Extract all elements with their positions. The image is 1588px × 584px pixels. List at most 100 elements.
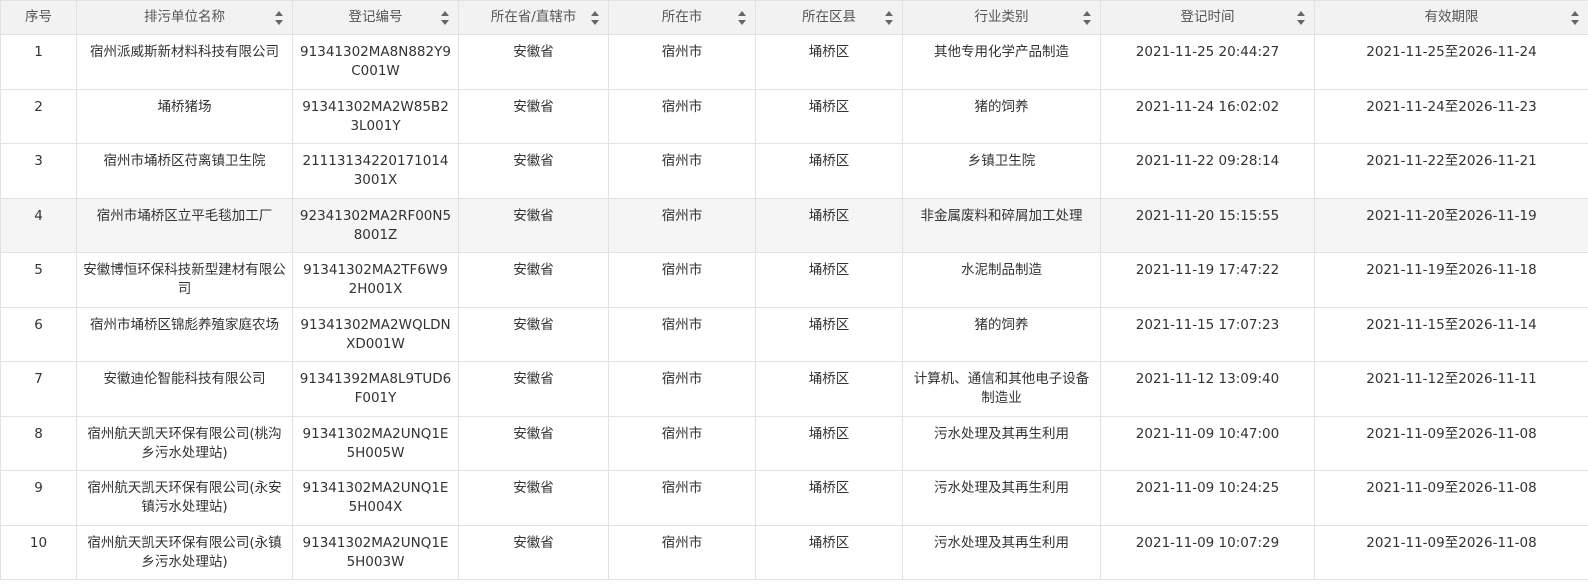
column-header-valid[interactable]: 有效期限	[1314, 0, 1588, 35]
cell-seq: 5	[0, 252, 77, 308]
cell-name: 宿州市埇桥区锦彪养殖家庭农场	[76, 306, 293, 362]
cell-reg-no: 91341302MA8N882Y9C001W	[292, 34, 459, 90]
cell-name: 宿州航天凯天环保有限公司(桃沟乡污水处理站)	[76, 415, 293, 471]
cell-industry: 水泥制品制造	[902, 252, 1101, 308]
cell-district: 埇桥区	[755, 524, 903, 580]
cell-valid: 2021-11-09至2026-11-08	[1314, 415, 1588, 471]
table-row[interactable]: 9 宿州航天凯天环保有限公司(永安镇污水处理站) 91341302MA2UNQ1E5…	[0, 470, 1588, 526]
cell-district: 埇桥区	[755, 361, 903, 417]
cell-reg-no: 91341392MA8L9TUD6F001Y	[292, 361, 459, 417]
sort-icon[interactable]	[1083, 10, 1092, 25]
table-row[interactable]: 7 安徽迪伦智能科技有限公司 91341392MA8L9TUD6F001Y 安徽省 宿州…	[0, 361, 1588, 417]
table-row[interactable]: 8 宿州航天凯天环保有限公司(桃沟乡污水处理站) 91341302MA2UNQ1E5…	[0, 415, 1588, 471]
sort-ascending-icon[interactable]	[1083, 10, 1091, 16]
cell-district: 埇桥区	[755, 197, 903, 253]
cell-valid: 2021-11-24至2026-11-23	[1314, 88, 1588, 144]
column-header-industry[interactable]: 行业类别	[902, 0, 1101, 35]
table-row[interactable]: 1 宿州派威斯新材料科技有限公司 91341302MA8N882Y9C001W 安徽省…	[0, 34, 1588, 90]
cell-name: 宿州航天凯天环保有限公司(永安镇污水处理站)	[76, 470, 293, 526]
cell-city: 宿州市	[608, 470, 756, 526]
cell-reg-no: 91341302MA2W85B23L001Y	[292, 88, 459, 144]
cell-industry: 污水处理及其再生利用	[902, 524, 1101, 580]
table-row[interactable]: 10 宿州航天凯天环保有限公司(永镇乡污水处理站) 91341302MA2UNQ1E…	[0, 524, 1588, 580]
sort-descending-icon[interactable]	[591, 19, 599, 25]
cell-seq: 2	[0, 88, 77, 144]
cell-reg-time: 2021-11-19 17:47:22	[1100, 252, 1315, 308]
sort-icon[interactable]	[1297, 10, 1306, 25]
cell-city: 宿州市	[608, 197, 756, 253]
sort-icon[interactable]	[275, 10, 284, 25]
column-header-reg-time[interactable]: 登记时间	[1100, 0, 1315, 35]
cell-name: 宿州派威斯新材料科技有限公司	[76, 34, 293, 90]
sort-ascending-icon[interactable]	[591, 10, 599, 16]
sort-ascending-icon[interactable]	[1297, 10, 1305, 16]
sort-descending-icon[interactable]	[885, 19, 893, 25]
cell-city: 宿州市	[608, 415, 756, 471]
sort-descending-icon[interactable]	[275, 19, 283, 25]
sort-icon[interactable]	[885, 10, 894, 25]
sort-ascending-icon[interactable]	[885, 10, 893, 16]
permit-registration-table: 序号 排污单位名称 登记编号 所在省/直辖市 所在市 所在区县 行业类别 登记时间 有效期限 1…	[0, 0, 1588, 580]
table-row[interactable]: 2 埇桥猪场 91341302MA2W85B23L001Y 安徽省 宿州市 埇桥区 猪的饲养…	[0, 88, 1588, 144]
cell-province: 安徽省	[458, 88, 609, 144]
cell-industry: 非金属废料和碎屑加工处理	[902, 197, 1101, 253]
sort-descending-icon[interactable]	[738, 19, 746, 25]
cell-province: 安徽省	[458, 306, 609, 362]
column-header-label: 行业类别	[974, 9, 1029, 25]
sort-icon[interactable]	[441, 10, 450, 25]
sort-ascending-icon[interactable]	[275, 10, 283, 16]
column-header-province[interactable]: 所在省/直辖市	[458, 0, 609, 35]
cell-city: 宿州市	[608, 361, 756, 417]
cell-reg-time: 2021-11-22 09:28:14	[1100, 143, 1315, 199]
cell-name: 宿州市埇桥区立平毛毯加工厂	[76, 197, 293, 253]
cell-reg-no: 92341302MA2RF00N58001Z	[292, 197, 459, 253]
cell-reg-no: 91341302MA2TF6W92H001X	[292, 252, 459, 308]
column-header-reg-no[interactable]: 登记编号	[292, 0, 459, 35]
cell-province: 安徽省	[458, 143, 609, 199]
cell-seq: 7	[0, 361, 77, 417]
sort-descending-icon[interactable]	[1297, 19, 1305, 25]
cell-province: 安徽省	[458, 361, 609, 417]
table-row[interactable]: 4 宿州市埇桥区立平毛毯加工厂 92341302MA2RF00N58001Z 安徽省宿…	[0, 197, 1588, 253]
cell-name: 安徽迪伦智能科技有限公司	[76, 361, 293, 417]
table-row[interactable]: 6 宿州市埇桥区锦彪养殖家庭农场 91341302MA2WQLDNXD001W 安徽省…	[0, 306, 1588, 362]
cell-reg-time: 2021-11-25 20:44:27	[1100, 34, 1315, 90]
cell-district: 埇桥区	[755, 143, 903, 199]
sort-descending-icon[interactable]	[1571, 19, 1579, 25]
cell-industry: 污水处理及其再生利用	[902, 415, 1101, 471]
sort-icon[interactable]	[1571, 10, 1580, 25]
cell-reg-time: 2021-11-09 10:07:29	[1100, 524, 1315, 580]
cell-province: 安徽省	[458, 470, 609, 526]
sort-ascending-icon[interactable]	[738, 10, 746, 16]
table-header-row: 序号 排污单位名称 登记编号 所在省/直辖市 所在市 所在区县 行业类别 登记时间 有效期限	[0, 0, 1588, 35]
column-header-city[interactable]: 所在市	[608, 0, 756, 35]
sort-descending-icon[interactable]	[441, 19, 449, 25]
cell-reg-time: 2021-11-09 10:24:25	[1100, 470, 1315, 526]
cell-seq: 9	[0, 470, 77, 526]
table-row[interactable]: 5 安徽博恒环保科技新型建材有限公司 91341302MA2TF6W92H001X 安…	[0, 252, 1588, 308]
cell-reg-no: 91341302MA2UNQ1E5H004X	[292, 470, 459, 526]
sort-ascending-icon[interactable]	[1571, 10, 1579, 16]
column-header-label: 排污单位名称	[144, 9, 225, 25]
column-header-district[interactable]: 所在区县	[755, 0, 903, 35]
column-header-seq: 序号	[0, 0, 77, 35]
cell-city: 宿州市	[608, 524, 756, 580]
cell-industry: 污水处理及其再生利用	[902, 470, 1101, 526]
sort-icon[interactable]	[591, 10, 600, 25]
table-row[interactable]: 3 宿州市埇桥区苻离镇卫生院 211131342201710143001X 安徽省 宿州…	[0, 143, 1588, 199]
cell-name: 安徽博恒环保科技新型建材有限公司	[76, 252, 293, 308]
cell-valid: 2021-11-09至2026-11-08	[1314, 470, 1588, 526]
cell-city: 宿州市	[608, 88, 756, 144]
cell-province: 安徽省	[458, 34, 609, 90]
sort-descending-icon[interactable]	[1083, 19, 1091, 25]
cell-reg-time: 2021-11-15 17:07:23	[1100, 306, 1315, 362]
cell-valid: 2021-11-20至2026-11-19	[1314, 197, 1588, 253]
cell-province: 安徽省	[458, 252, 609, 308]
sort-ascending-icon[interactable]	[441, 10, 449, 16]
cell-province: 安徽省	[458, 415, 609, 471]
cell-industry: 猪的饲养	[902, 306, 1101, 362]
column-header-name[interactable]: 排污单位名称	[76, 0, 293, 35]
sort-icon[interactable]	[738, 10, 747, 25]
cell-reg-no: 91341302MA2WQLDNXD001W	[292, 306, 459, 362]
cell-industry: 其他专用化学产品制造	[902, 34, 1101, 90]
